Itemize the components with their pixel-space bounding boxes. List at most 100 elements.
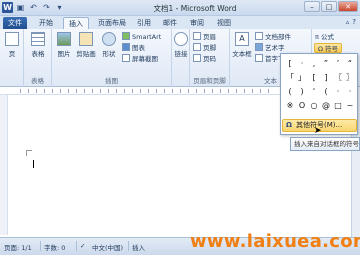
symbol-cell[interactable]: ( xyxy=(320,85,332,99)
omega-icon: Ω xyxy=(286,121,292,129)
clipart-icon xyxy=(79,32,93,46)
word-app-icon[interactable]: W xyxy=(2,2,13,13)
textbox-icon: A xyxy=(235,32,249,46)
tab-mailings[interactable]: 邮件 xyxy=(160,17,180,29)
equation-button[interactable]: π 公式 xyxy=(315,32,334,42)
page-count[interactable]: 页面: 1/1 xyxy=(4,242,32,252)
symbol-cell[interactable]: · xyxy=(332,85,344,99)
symbol-cell[interactable]: ” xyxy=(320,57,332,71)
minimize-ribbon-icon[interactable]: ▵ xyxy=(346,18,350,26)
symbol-cell[interactable]: ※ xyxy=(284,99,296,113)
save-icon[interactable]: ▣ xyxy=(15,2,26,13)
horizontal-ruler xyxy=(0,87,280,95)
symbol-cell[interactable]: ( xyxy=(284,85,296,99)
smartart-icon xyxy=(122,32,130,40)
header-button[interactable]: 页眉 xyxy=(193,32,216,42)
group-header-footer: 页眉 页脚 页码 页眉和页脚 xyxy=(190,29,230,87)
footer-icon xyxy=(193,43,201,51)
link-icon xyxy=(174,32,188,46)
symbol-cell[interactable]: · xyxy=(296,57,308,71)
symbol-cell[interactable]: 」 xyxy=(296,71,308,85)
insert-mode[interactable]: 插入 xyxy=(132,242,145,252)
symbol-cell[interactable]: 〖 xyxy=(332,71,344,85)
picture-icon xyxy=(57,32,71,46)
textbox-button[interactable]: A 文本框 xyxy=(231,32,253,58)
window-controls: – □ ✕ xyxy=(304,1,358,12)
group-pages: 页 xyxy=(0,29,24,87)
vertical-ruler xyxy=(0,95,8,235)
symbol-cell[interactable]: [ xyxy=(284,57,296,71)
symbol-cell[interactable]: “ xyxy=(344,57,356,71)
symbol-cell[interactable]: ] xyxy=(320,71,332,85)
footer-button[interactable]: 页脚 xyxy=(193,43,216,53)
help-icon[interactable]: ? xyxy=(352,18,356,26)
symbol-cell[interactable]: ‘ xyxy=(308,85,320,99)
picture-button[interactable]: 图片 xyxy=(55,32,73,58)
symbol-button[interactable]: Ω 符号 xyxy=(314,43,343,53)
proofing-icon[interactable]: ✓ xyxy=(80,242,85,250)
symbol-cell[interactable]: ~ xyxy=(344,99,356,113)
shapes-button[interactable]: 形状 xyxy=(100,32,118,58)
group-label-header-footer: 页眉和页脚 xyxy=(193,77,226,85)
group-label-tables: 表格 xyxy=(31,77,44,85)
symbol-cell[interactable]: · xyxy=(344,85,356,99)
mouse-pointer-icon: ➤ xyxy=(314,126,322,136)
header-icon xyxy=(193,32,201,40)
symbol-cell[interactable]: O xyxy=(296,99,308,113)
omega-icon: Ω xyxy=(318,45,326,53)
undo-icon[interactable]: ↶ xyxy=(28,2,39,13)
symbol-cell[interactable]: [ xyxy=(308,71,320,85)
text-cursor xyxy=(33,160,34,168)
close-button[interactable]: ✕ xyxy=(338,1,358,12)
title-bar: W ▣ ↶ ↷ ▾ 文档1 - Microsoft Word – □ ✕ xyxy=(0,0,360,16)
quick-parts-icon xyxy=(255,32,263,40)
clipart-button[interactable]: 剪贴画 xyxy=(75,32,97,58)
tab-insert[interactable]: 插入 xyxy=(63,17,89,29)
group-tables: 表格 表格 xyxy=(24,29,52,87)
ribbon-tabs: 文件 开始 插入 页面布局 引用 邮件 审阅 视图 ▵ ? xyxy=(0,16,360,29)
group-label-illustrations: 插图 xyxy=(105,77,118,85)
symbol-grid: [·,”’ “「」[] 〖〗() ‘(· · ※ O ○ @ □ ~ xyxy=(284,57,356,115)
redo-icon[interactable]: ↷ xyxy=(41,2,52,13)
watermark: www.laixuea.com xyxy=(190,231,360,252)
symbol-cell[interactable]: , xyxy=(308,57,320,71)
document-page[interactable] xyxy=(8,95,280,236)
chart-button[interactable]: 图表 xyxy=(122,43,145,53)
symbol-cell[interactable]: ○ xyxy=(308,99,320,113)
table-icon xyxy=(31,32,45,46)
word-count[interactable]: 字数: 0 xyxy=(44,242,65,252)
ribbon-controls: ▵ ? xyxy=(346,18,356,26)
symbol-cell[interactable]: ) xyxy=(296,85,308,99)
tab-page-layout[interactable]: 页面布局 xyxy=(94,17,130,29)
screenshot-button[interactable]: 屏幕截图 xyxy=(122,54,158,64)
pages-button[interactable]: 页 xyxy=(3,32,21,58)
maximize-button[interactable]: □ xyxy=(321,1,337,12)
tab-view[interactable]: 视图 xyxy=(214,17,234,29)
page-number-button[interactable]: 页码 xyxy=(193,54,216,64)
tab-references[interactable]: 引用 xyxy=(134,17,154,29)
page-number-icon xyxy=(193,54,201,62)
links-button[interactable]: 链接 xyxy=(172,32,190,58)
tab-review[interactable]: 审阅 xyxy=(187,17,207,29)
symbol-cell[interactable]: ’ xyxy=(332,57,344,71)
tab-file[interactable]: 文件 xyxy=(3,17,27,29)
customize-icon[interactable]: ▾ xyxy=(54,2,65,13)
smartart-button[interactable]: SmartArt xyxy=(122,32,161,42)
wordart-button[interactable]: 艺术字 xyxy=(255,43,285,53)
symbol-cell[interactable]: 「 xyxy=(284,71,296,85)
symbol-cell[interactable]: 〗 xyxy=(344,71,356,85)
margin-marker xyxy=(26,150,32,156)
symbol-cell[interactable]: □ xyxy=(332,99,344,113)
tooltip: 插入来自对话框的符号 xyxy=(290,137,360,151)
tab-home[interactable]: 开始 xyxy=(34,17,58,29)
symbol-cell[interactable]: @ xyxy=(320,99,332,113)
table-button[interactable]: 表格 xyxy=(29,32,47,58)
language[interactable]: 中文(中国) xyxy=(92,242,123,252)
quick-parts-button[interactable]: 文档部件 xyxy=(255,32,291,42)
window-title: 文档1 - Microsoft Word xyxy=(153,4,237,13)
group-illustrations: 图片 剪贴画 形状 SmartArt 图表 屏幕截图 插图 xyxy=(52,29,172,87)
wordart-icon xyxy=(255,43,263,51)
minimize-button[interactable]: – xyxy=(304,1,320,12)
quick-access-toolbar: W ▣ ↶ ↷ ▾ xyxy=(2,2,65,13)
symbol-gallery-dropdown: [·,”’ “「」[] 〖〗() ‘(· · ※ O ○ @ □ ~ Ω 其他符号(M)... xyxy=(280,53,358,135)
